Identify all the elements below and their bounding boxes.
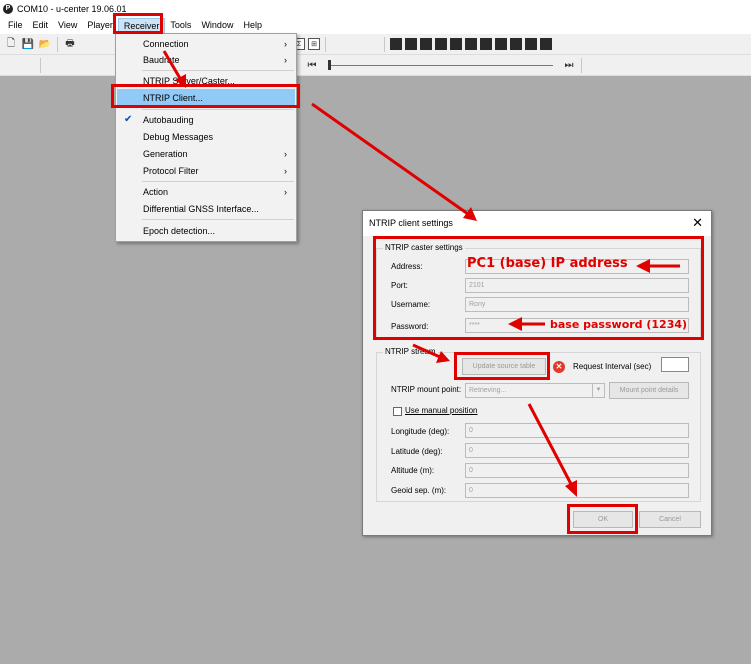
arrow-head-icon xyxy=(636,259,650,273)
arrow-ntrip-to-dialog xyxy=(311,102,469,216)
annotation-arrows xyxy=(162,50,680,497)
arrow-receiver-to-ntrip xyxy=(162,50,183,81)
arrow-head-icon xyxy=(508,317,522,331)
arrow-stream-to-update xyxy=(412,343,441,359)
arrow-head-icon xyxy=(175,74,186,88)
arrow-head-icon xyxy=(463,207,477,221)
arrow-to-ok xyxy=(527,403,573,485)
